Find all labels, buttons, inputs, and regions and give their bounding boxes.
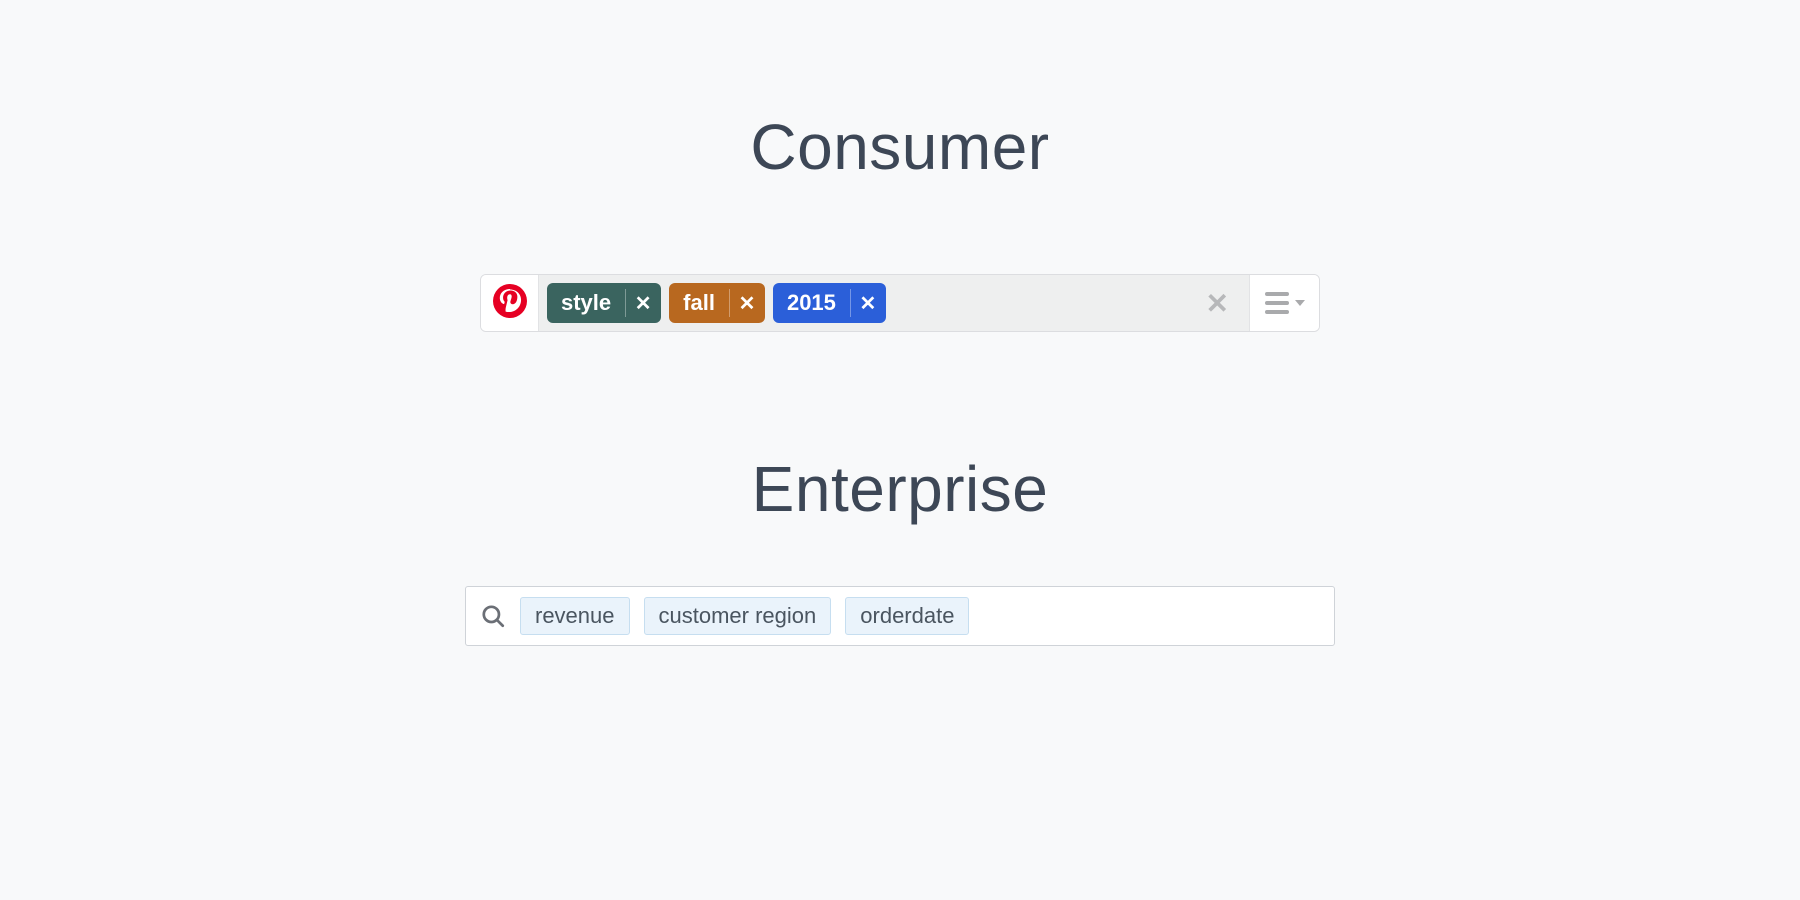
tag-remove-icon[interactable]: ✕: [625, 283, 661, 323]
consumer-search-bar: style ✕ fall ✕ 2015 ✕ ✕: [480, 274, 1320, 332]
menu-button[interactable]: [1249, 275, 1319, 331]
tag-2015: 2015 ✕: [773, 283, 886, 323]
tag-label: 2015: [773, 283, 850, 323]
enterprise-search-bar[interactable]: revenue customer region orderdate: [465, 586, 1335, 646]
consumer-heading: Consumer: [750, 110, 1049, 184]
tag-orderdate[interactable]: orderdate: [845, 597, 969, 635]
tag-remove-icon[interactable]: ✕: [729, 283, 765, 323]
tag-revenue[interactable]: revenue: [520, 597, 630, 635]
consumer-tag-strip[interactable]: style ✕ fall ✕ 2015 ✕ ✕: [539, 275, 1249, 331]
tag-label: fall: [669, 283, 729, 323]
search-icon: [480, 603, 506, 629]
enterprise-heading: Enterprise: [752, 452, 1049, 526]
tag-label: orderdate: [860, 603, 954, 629]
tag-style: style ✕: [547, 283, 661, 323]
hamburger-icon: [1265, 292, 1289, 314]
clear-all-icon[interactable]: ✕: [1194, 287, 1241, 320]
tag-customer-region[interactable]: customer region: [644, 597, 832, 635]
tag-label: customer region: [659, 603, 817, 629]
pinterest-icon: [493, 284, 527, 323]
tag-label: revenue: [535, 603, 615, 629]
chevron-down-icon: [1295, 300, 1305, 306]
brand-button[interactable]: [481, 275, 539, 331]
tag-label: style: [547, 283, 625, 323]
tag-remove-icon[interactable]: ✕: [850, 283, 886, 323]
tag-fall: fall ✕: [669, 283, 765, 323]
